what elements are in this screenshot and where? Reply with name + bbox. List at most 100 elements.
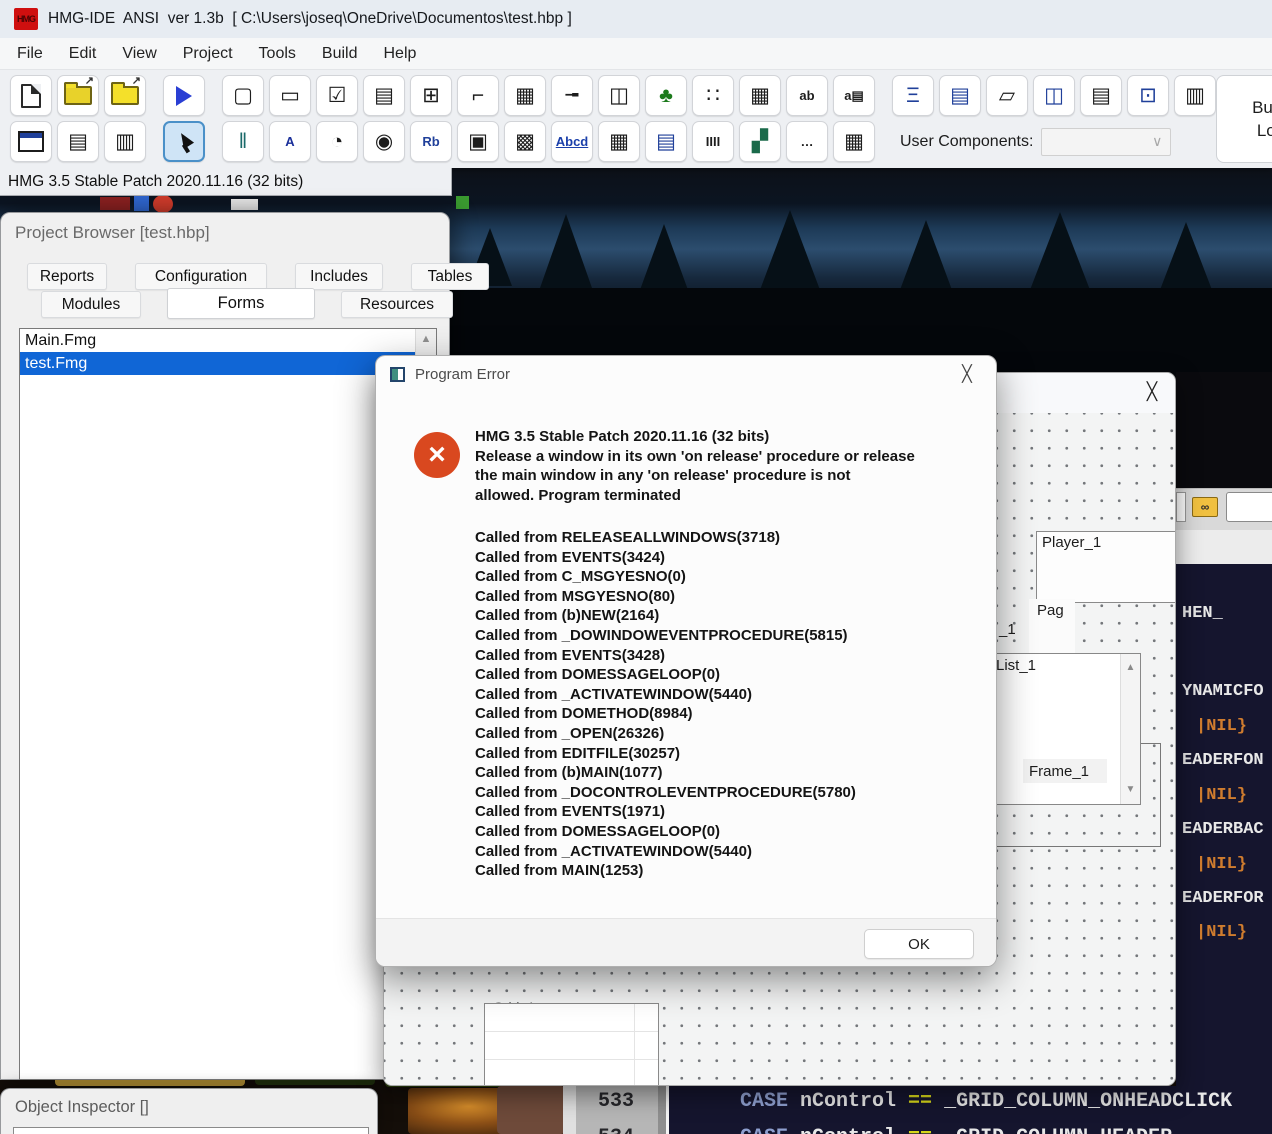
timer-button[interactable]: ◔ <box>316 121 358 162</box>
tab-modules[interactable]: Modules <box>41 291 141 318</box>
code-fragment: |NIL} <box>1196 923 1247 942</box>
page-control-fragment[interactable]: Pag <box>1029 599 1075 653</box>
tab-tables[interactable]: Tables <box>411 263 489 290</box>
statusbar-button[interactable]: … <box>786 121 828 162</box>
propgrid-icon: ▤ <box>656 131 676 152</box>
hyperlink-button[interactable]: Abcd <box>551 121 593 162</box>
select-pointer-button[interactable] <box>163 121 205 162</box>
combobox-control-button[interactable]: ⊞ <box>410 75 452 116</box>
open-project-button[interactable] <box>57 75 99 116</box>
tab-fragment-label: _1 <box>999 621 1016 638</box>
treeview-control-icon: Ξ <box>906 85 920 106</box>
tab-forms[interactable]: Forms <box>167 288 315 319</box>
grid-control[interactable] <box>484 1003 659 1086</box>
stack-trace-line: Called from EDITFILE(30257) <box>475 744 980 764</box>
print-button[interactable]: ▥ <box>104 121 146 162</box>
scroll-up-icon[interactable]: ▲ <box>416 329 436 349</box>
editbox-control-button[interactable]: a▤ <box>833 75 875 116</box>
pager-control-button[interactable]: ⊡ <box>1127 75 1169 116</box>
tab-configuration[interactable]: Configuration <box>135 263 267 290</box>
tab-reports[interactable]: Reports <box>27 263 107 290</box>
spinner-control-button[interactable]: ◫ <box>598 75 640 116</box>
datepicker-control-button[interactable]: ▦ <box>739 75 781 116</box>
line-control-button[interactable]: ⌐ <box>457 75 499 116</box>
tabcontrol-button[interactable]: ◫ <box>1033 75 1075 116</box>
user-components-label: User Components: <box>900 133 1033 151</box>
richlist-control-button[interactable]: ▤ <box>1080 75 1122 116</box>
run-icon <box>176 86 192 106</box>
error-message-line: allowed. Program terminated <box>475 486 980 506</box>
menu-tools[interactable]: Tools <box>246 38 309 70</box>
image-control-button[interactable]: ♣ <box>645 75 687 116</box>
slider-control-button[interactable]: ╼ <box>551 75 593 116</box>
tab-includes[interactable]: Includes <box>295 263 383 290</box>
menu-project[interactable]: Project <box>170 38 246 70</box>
browse-button[interactable]: ▣ <box>457 121 499 162</box>
build-log-button[interactable]: BuildLog <box>1216 75 1272 163</box>
stack-trace-line: Called from DOMESSAGELOOP(0) <box>475 822 980 842</box>
animate-button[interactable]: ▞ <box>739 121 781 162</box>
page-fragment-label: Pag <box>1037 602 1064 619</box>
listview-control-button[interactable]: ▤ <box>939 75 981 116</box>
editor-search-input[interactable] <box>1226 492 1272 522</box>
player-button[interactable]: ▩ <box>504 121 546 162</box>
code-fragment: |NIL} <box>1196 855 1247 874</box>
listbox-control-button[interactable]: ▤ <box>363 75 405 116</box>
new-file-button[interactable] <box>10 75 52 116</box>
textbox-control-button[interactable]: ab <box>786 75 828 116</box>
columns-control-icon: ▥ <box>1185 85 1205 106</box>
window-control-button[interactable]: ▢ <box>222 75 264 116</box>
label-control-button[interactable]: ▭ <box>269 75 311 116</box>
code-fragment: EADERBAC <box>1182 820 1264 839</box>
stack-trace-line: Called from MAIN(1253) <box>475 861 980 881</box>
progressbar-control-button[interactable]: ▱ <box>986 75 1028 116</box>
menu-file[interactable]: File <box>4 38 56 70</box>
datagrid-button[interactable]: ▦ <box>833 121 875 162</box>
editor-code-panel-right[interactable]: HEN_YNAMICFO|NIL}EADERFON|NIL}EADERBAC|N… <box>1176 564 1272 1086</box>
menu-view[interactable]: View <box>109 38 169 70</box>
columns-control-button[interactable]: ▥ <box>1174 75 1216 116</box>
line-number: 534 <box>598 1126 634 1134</box>
menu-build[interactable]: Build <box>309 38 371 70</box>
library-button[interactable]: ‖ <box>222 121 264 162</box>
run-button[interactable] <box>163 75 205 116</box>
propgrid-button[interactable]: ▤ <box>645 121 687 162</box>
report-button[interactable]: ▤ <box>57 121 99 162</box>
stack-trace-line: Called from _OPEN(26326) <box>475 724 980 744</box>
find-in-files-icon[interactable]: ∞ <box>1192 497 1218 517</box>
stack-trace-line: Called from (b)MAIN(1077) <box>475 763 980 783</box>
grid-control-button[interactable]: ▦ <box>504 75 546 116</box>
error-dialog-app-icon <box>390 367 405 382</box>
menu-edit[interactable]: Edit <box>56 38 110 70</box>
menu-help[interactable]: Help <box>370 38 429 70</box>
richlist-control-icon: ▤ <box>1091 85 1111 106</box>
form-window-button[interactable] <box>10 121 52 162</box>
code-fragment: |NIL} <box>1196 717 1247 736</box>
monthcal-button[interactable]: ▦ <box>598 121 640 162</box>
save-button[interactable] <box>104 75 146 116</box>
error-dialog-close-icon[interactable]: ╳ <box>956 364 978 384</box>
editor-code-lines[interactable]: CASE nControl == _GRID_COLUMN_ONHEADCLIC… <box>669 1086 1272 1134</box>
timer-icon: ◔ <box>331 131 344 152</box>
player-control[interactable]: Player_1 <box>1036 531 1176 603</box>
designer-close-icon[interactable]: ╳ <box>1140 382 1164 402</box>
radiogroup-button[interactable]: ◉ <box>363 121 405 162</box>
file-item-main.fmg[interactable]: Main.Fmg <box>20 329 421 352</box>
user-components-dropdown[interactable]: ∨ <box>1041 128 1171 156</box>
object-inspector-window: Object Inspector [] <box>0 1088 378 1134</box>
tab-resources[interactable]: Resources <box>341 291 453 318</box>
checkbox-control-button[interactable]: ☑ <box>316 75 358 116</box>
frame-control[interactable]: Frame_1 <box>1023 759 1107 783</box>
treeview-control-button[interactable]: Ξ <box>892 75 934 116</box>
code-fragment: HEN_ <box>1182 604 1223 623</box>
desktop-icon-fragment <box>134 196 149 211</box>
tree-control-button[interactable]: ∷ <box>692 75 734 116</box>
getbox-button[interactable]: Rb <box>410 121 452 162</box>
ok-button[interactable]: OK <box>864 929 974 959</box>
object-inspector-panel[interactable] <box>13 1127 369 1134</box>
scroll-up-icon: ▲ <box>1121 658 1140 676</box>
ipaddress-button[interactable]: IIII <box>692 121 734 162</box>
listview-control-icon: ▤ <box>950 85 970 106</box>
font-button[interactable]: A <box>269 121 311 162</box>
file-item-test.fmg[interactable]: test.Fmg <box>20 352 421 375</box>
